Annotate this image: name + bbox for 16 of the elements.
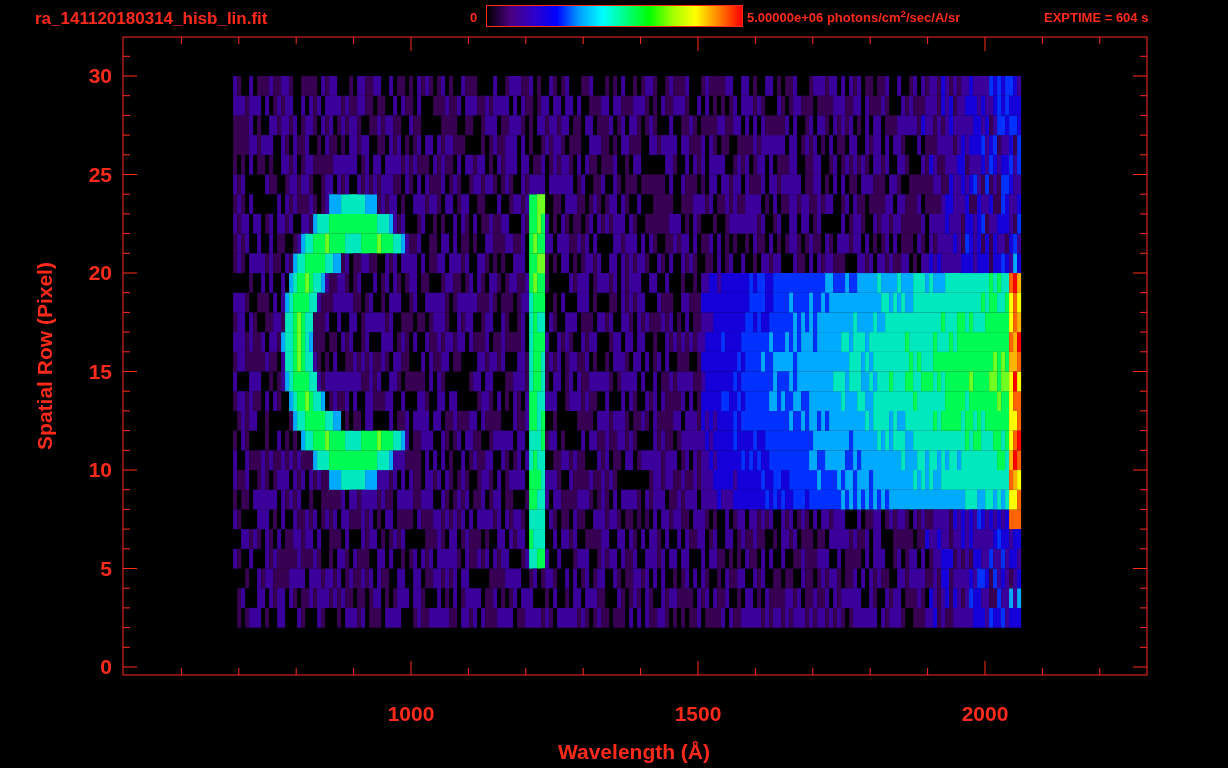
x-axis-label: Wavelength (Å)	[557, 739, 711, 765]
colorbar-min-label: 0	[470, 9, 478, 27]
x-tick-label: 1500	[674, 701, 722, 727]
y-tick-label: 30	[88, 63, 112, 90]
y-tick-label: 0	[100, 654, 112, 681]
y-tick-label: 10	[88, 457, 112, 484]
plot-title: ra_141120180314_hisb_lin.fit	[35, 8, 268, 30]
y-axis-label: Spatial Row (Pixel)	[32, 262, 58, 450]
y-tick-label: 15	[88, 358, 112, 385]
y-tick-label: 25	[88, 161, 112, 188]
y-tick-label: 20	[88, 260, 112, 287]
colorbar-max-label: 5.00000e+06 photons/cm$^{2}$/sec/A/sr	[747, 8, 961, 27]
y-tick-label: 5	[100, 555, 112, 582]
x-tick-label: 2000	[961, 701, 1009, 727]
x-tick-label: 1000	[387, 701, 435, 727]
exposure-time: EXPTIME = 604 s	[1044, 9, 1149, 27]
